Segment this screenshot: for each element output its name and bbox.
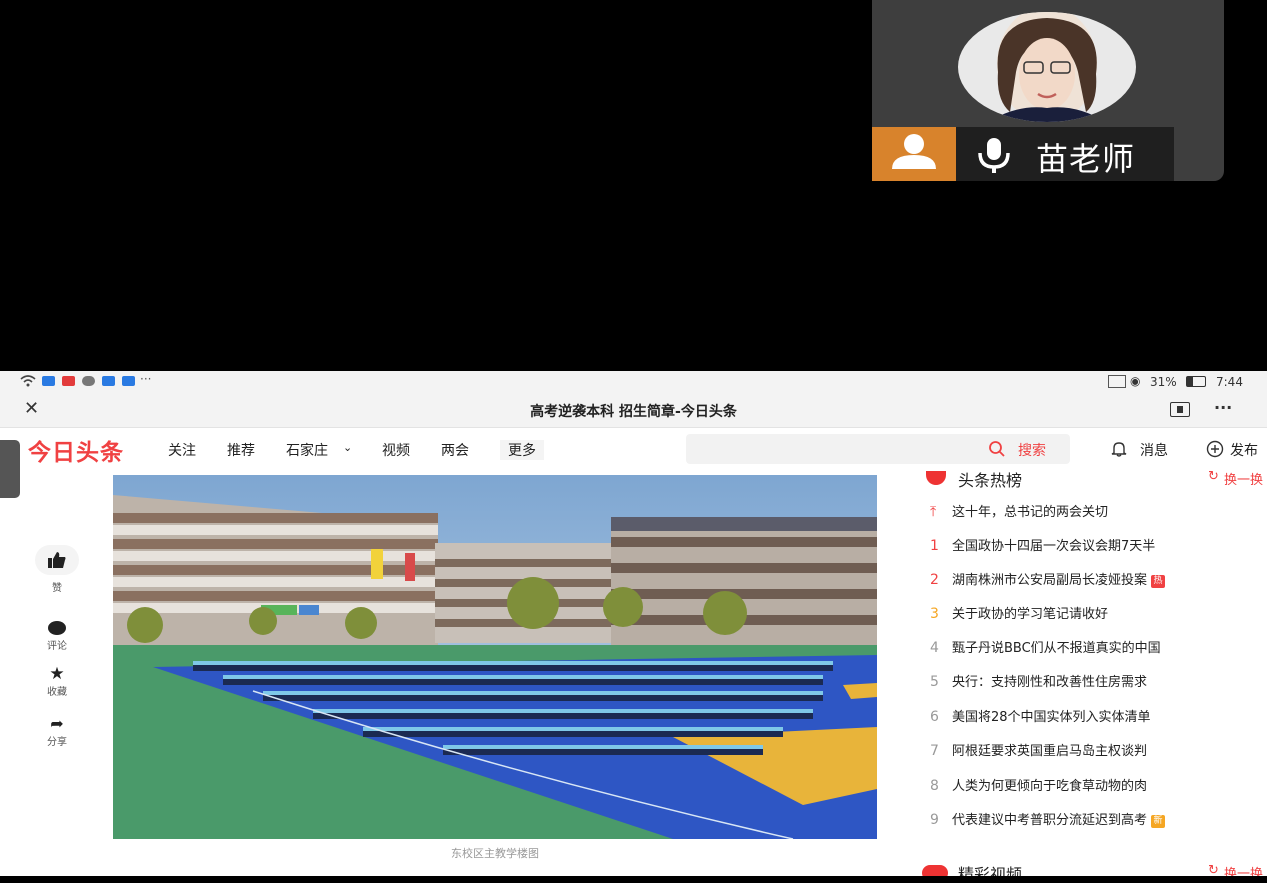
favorite-button[interactable]: ★ 收藏 — [34, 665, 80, 698]
comment-icon — [48, 621, 66, 635]
nav-item-recommend[interactable]: 推荐 — [227, 440, 255, 460]
app-notification-icon — [102, 376, 115, 386]
window-mode-icon[interactable] — [1170, 402, 1190, 417]
refresh-icon[interactable]: ↻ — [1208, 863, 1219, 876]
hot-list-item[interactable]: 5 央行：支持刚性和改善性住房需求 — [930, 671, 1260, 691]
chevron-down-icon[interactable]: ⌄ — [343, 441, 352, 454]
share-arrow-icon: ➦ — [50, 714, 64, 733]
hot-list-item[interactable]: 8 人类为何更倾向于吃食草动物的肉 — [930, 775, 1260, 795]
hot-list-item[interactable]: 4 甄子丹说BBC们从不报道真实的中国 — [930, 637, 1260, 657]
search-button[interactable]: 搜索 — [1018, 440, 1046, 460]
browser-title-bar: ✕ 高考逆袭本科 招生简章-今日头条 ··· — [0, 393, 1267, 428]
hot-item-text: 全国政协十四届一次会议会期7天半 — [952, 539, 1156, 554]
hot-list-refresh[interactable]: 换一换 — [1224, 469, 1263, 488]
battery-percent: 31% — [1150, 375, 1177, 389]
hot-list-pinned[interactable]: ⤒ 这十年，总书记的两会关切 — [930, 501, 1260, 521]
more-options-icon[interactable]: ··· — [1214, 398, 1232, 417]
floating-side-handle[interactable] — [0, 440, 20, 498]
eye-icon: ◉ — [1130, 374, 1141, 388]
publish-link[interactable]: 发布 — [1230, 440, 1258, 460]
status-bar: ··· ◉ 31% 7:44 — [0, 371, 1267, 393]
share-label: 分享 — [47, 737, 67, 748]
hot-item-text: 美国将28个中国实体列入实体清单 — [952, 710, 1151, 725]
hot-rank: 2 — [930, 572, 939, 588]
hot-item-text: 代表建议中考普职分流延迟到高考 — [952, 813, 1148, 828]
nav-item-two-sessions[interactable]: 两会 — [441, 440, 469, 460]
photo-caption: 东校区主教学楼图 — [451, 847, 539, 860]
participant-avatar — [958, 12, 1136, 122]
video-play-icon — [922, 865, 948, 876]
thumbs-up-icon — [35, 545, 79, 575]
search-icon[interactable] — [988, 440, 1006, 462]
person-icon — [892, 134, 936, 169]
site-navbar: 今日头条 关注 推荐 石家庄 ⌄ 视频 两会 更多 搜索 消息 发布 — [0, 428, 1267, 470]
hot-list-title: 头条热榜 — [958, 471, 1023, 490]
hot-item-text: 关于政协的学习笔记请收好 — [952, 607, 1109, 622]
hot-rank: 4 — [930, 640, 939, 656]
nav-item-follow[interactable]: 关注 — [168, 440, 196, 460]
hot-rank: 8 — [930, 778, 939, 794]
hot-rank: 6 — [930, 709, 939, 725]
app-notification-icon — [122, 376, 135, 386]
hot-list-icon — [926, 471, 946, 485]
hot-rank: 3 — [930, 606, 939, 622]
video-refresh[interactable]: 换一换 — [1224, 863, 1263, 876]
microphone-icon[interactable] — [972, 136, 1016, 178]
messages-link[interactable]: 消息 — [1140, 440, 1168, 460]
camera-off-indicator — [872, 127, 956, 181]
hot-rank: 9 — [930, 812, 939, 828]
shared-screen: ··· ◉ 31% 7:44 ✕ 高考逆袭本科 招生简章-今日头条 ··· 今日… — [0, 371, 1267, 876]
clock: 7:44 — [1216, 375, 1243, 389]
nav-item-city[interactable]: 石家庄 — [286, 440, 328, 460]
chat-notification-icon — [82, 376, 95, 386]
hot-item-text: 这十年，总书记的两会关切 — [952, 505, 1109, 520]
hot-rank: 5 — [930, 674, 939, 690]
page-title: 高考逆袭本科 招生简章-今日头条 — [530, 404, 737, 420]
wifi-icon — [20, 375, 36, 390]
search-input[interactable] — [686, 434, 1070, 464]
new-tag-badge: 新 — [1151, 815, 1166, 828]
nav-item-more[interactable]: 更多 — [500, 440, 544, 460]
more-notifications-icon: ··· — [140, 372, 152, 386]
hot-rank: 1 — [930, 538, 939, 554]
star-icon: ★ — [49, 664, 65, 684]
article-photo — [113, 475, 877, 839]
hot-list-item[interactable]: 3 关于政协的学习笔记请收好 — [930, 603, 1260, 623]
pin-top-icon: ⤒ — [930, 504, 937, 520]
site-logo[interactable]: 今日头条 — [28, 433, 124, 467]
nav-item-video[interactable]: 视频 — [382, 440, 410, 460]
bell-icon[interactable] — [1110, 440, 1128, 462]
video-section-title: 精彩视频 — [958, 865, 1023, 876]
hot-list-item[interactable]: 9 代表建议中考普职分流延迟到高考新 — [930, 809, 1260, 829]
like-label: 赞 — [52, 583, 62, 594]
comment-label: 评论 — [47, 641, 67, 652]
hot-list-item[interactable]: 7 阿根廷要求英国重启马岛主权谈判 — [930, 740, 1260, 760]
app-notification-icon — [62, 376, 75, 386]
hot-item-text: 央行：支持刚性和改善性住房需求 — [952, 675, 1148, 690]
plus-circle-icon[interactable] — [1206, 440, 1224, 462]
hot-list-item[interactable]: 1 全国政协十四届一次会议会期7天半 — [930, 535, 1260, 555]
hot-item-text: 人类为何更倾向于吃食草动物的肉 — [952, 779, 1148, 794]
hot-list-item[interactable]: 2 湖南株洲市公安局副局长凌娅投案热 — [930, 569, 1260, 589]
like-button[interactable]: 赞 — [34, 545, 80, 594]
participant-name: 苗老师 — [1036, 140, 1136, 178]
battery-icon — [1186, 376, 1206, 387]
favorite-label: 收藏 — [47, 687, 67, 698]
comment-button[interactable]: 评论 — [34, 621, 80, 652]
hot-item-text: 湖南株洲市公安局副局长凌娅投案 — [952, 573, 1148, 588]
hot-item-text: 甄子丹说BBC们从不报道真实的中国 — [952, 641, 1161, 656]
hot-list-item[interactable]: 6 美国将28个中国实体列入实体清单 — [930, 706, 1260, 726]
refresh-icon[interactable]: ↻ — [1208, 469, 1219, 484]
hot-item-text: 阿根廷要求英国重启马岛主权谈判 — [952, 744, 1148, 759]
hot-tag-badge: 热 — [1151, 575, 1166, 588]
app-notification-icon — [42, 376, 55, 386]
hot-rank: 7 — [930, 743, 939, 759]
share-button[interactable]: ➦ 分享 — [34, 714, 80, 749]
nfc-icon — [1108, 375, 1126, 388]
